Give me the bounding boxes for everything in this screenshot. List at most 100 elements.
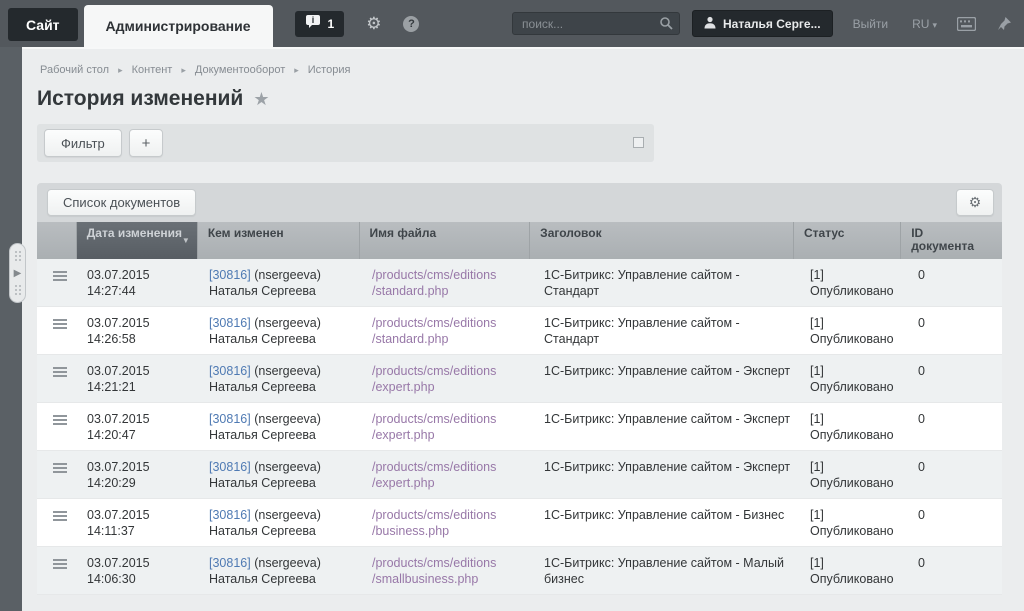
file-path-link[interactable]: /products/cms/editions /expert.php [372,459,526,491]
user-id-link[interactable]: [30816] [209,460,251,474]
expand-arrow-icon: ▶ [14,268,22,279]
breadcrumb: Рабочий стол ▸ Контент ▸ Документооборот… [40,64,1024,76]
table-header: Дата изменения ▼ Кем изменен Имя файла З… [37,222,1002,259]
row-menu-icon[interactable] [53,415,67,427]
date-cell: 03.07.2015 14:21:21 [77,355,199,402]
row-menu-icon[interactable] [53,559,67,571]
doc-id-cell: 0 [908,259,1002,306]
file-path-link[interactable]: /products/cms/editions /smallbusiness.ph… [372,555,526,587]
modified-by-cell: [30816] (nsergeeva) Наталья Сергеева [199,259,362,306]
modified-by-cell: [30816] (nsergeeva) Наталья Сергеева [199,547,362,594]
row-menu-icon[interactable] [53,511,67,523]
top-bar: Сайт Администрирование i 1 ⚙ ? [0,0,1024,47]
filter-settings-square-icon[interactable] [633,137,644,148]
pin-icon[interactable] [996,16,1012,32]
status-cell: [1] Опубликовано [800,403,908,450]
filter-button[interactable]: Фильтр [44,129,122,157]
header-title[interactable]: Заголовок [530,222,794,259]
main-content: Рабочий стол ▸ Контент ▸ Документооборот… [22,47,1024,611]
date-cell: 03.07.2015 14:27:44 [77,259,199,306]
header-modified-by[interactable]: Кем изменен [198,222,360,259]
tab-document-list[interactable]: Список документов [47,189,196,216]
settings-gear-icon[interactable]: ⚙ [366,14,381,34]
doc-id-cell: 0 [908,403,1002,450]
file-path-link[interactable]: /products/cms/editions /expert.php [372,363,526,395]
row-menu-icon[interactable] [53,319,67,331]
page-title: История изменений [37,87,243,111]
user-id-link[interactable]: [30816] [209,316,251,330]
file-path-link[interactable]: /products/cms/editions /business.php [372,507,526,539]
breadcrumb-desktop[interactable]: Рабочий стол [40,64,109,76]
help-icon[interactable]: ? [403,16,419,32]
modified-by-cell: [30816] (nsergeeva) Наталья Сергеева [199,307,362,354]
breadcrumb-separator-icon: ▸ [181,65,186,76]
row-actions-cell [37,259,77,306]
doc-id-cell: 0 [908,499,1002,546]
file-path-link[interactable]: /products/cms/editions /expert.php [372,411,526,443]
title-cell: 1С-Битрикс: Управление сайтом - Эксперт [534,451,800,498]
breadcrumb-separator-icon: ▸ [294,65,299,76]
breadcrumb-history[interactable]: История [308,64,351,76]
title-cell: 1С-Битрикс: Управление сайтом - Малый би… [534,547,800,594]
status-cell: [1] Опубликовано [800,499,908,546]
date-cell: 03.07.2015 14:20:29 [77,451,199,498]
header-status[interactable]: Статус [794,222,901,259]
expand-menu-handle[interactable]: ▶ [9,243,26,303]
row-menu-icon[interactable] [53,367,67,379]
doc-id-cell: 0 [908,307,1002,354]
table-body: 03.07.2015 14:27:44 [30816] (nsergeeva) … [37,259,1002,595]
title-cell: 1С-Битрикс: Управление сайтом - Стандарт [534,307,800,354]
search-input[interactable] [512,12,680,35]
user-id-link[interactable]: [30816] [209,268,251,282]
header-doc-id[interactable]: ID документа [901,222,1002,259]
tab-administration[interactable]: Администрирование [84,5,273,47]
breadcrumb-workflow[interactable]: Документооборот [195,64,285,76]
search-icon[interactable] [659,16,673,35]
user-id-link[interactable]: [30816] [209,412,251,426]
sort-desc-icon[interactable]: ▼ [182,234,190,247]
filename-cell: /products/cms/editions /expert.php [362,355,534,402]
language-selector[interactable]: RU▾ [912,17,937,31]
breadcrumb-content[interactable]: Контент [132,64,173,76]
doc-id-cell: 0 [908,451,1002,498]
date-cell: 03.07.2015 14:06:30 [77,547,199,594]
grid-tab-strip: Список документов ⚙ [37,183,1002,222]
filename-cell: /products/cms/editions /expert.php [362,403,534,450]
header-filename[interactable]: Имя файла [360,222,531,259]
title-cell: 1С-Битрикс: Управление сайтом - Эксперт [534,355,800,402]
file-path-link[interactable]: /products/cms/editions /standard.php [372,267,526,299]
status-cell: [1] Опубликовано [800,355,908,402]
date-cell: 03.07.2015 14:26:58 [77,307,199,354]
user-id-link[interactable]: [30816] [209,364,251,378]
row-actions-cell [37,355,77,402]
hotkeys-keyboard-icon[interactable] [957,17,976,31]
doc-id-cell: 0 [908,355,1002,402]
filename-cell: /products/cms/editions /standard.php [362,307,534,354]
filename-cell: /products/cms/editions /standard.php [362,259,534,306]
current-user-button[interactable]: Наталья Серге... [692,10,833,37]
row-menu-icon[interactable] [53,271,67,283]
tab-site[interactable]: Сайт [8,8,78,41]
documents-grid: Список документов ⚙ Дата изменения ▼ Кем… [37,183,1002,595]
header-date-modified[interactable]: Дата изменения ▼ [77,222,198,259]
user-id-link[interactable]: [30816] [209,556,251,570]
logout-link[interactable]: Выйти [853,17,889,31]
table-row: 03.07.2015 14:11:37 [30816] (nsergeeva) … [37,499,1002,547]
grid-settings-gear-button[interactable]: ⚙ [956,189,994,216]
svg-text:i: i [311,15,314,25]
filename-cell: /products/cms/editions /smallbusiness.ph… [362,547,534,594]
table-row: 03.07.2015 14:21:21 [30816] (nsergeeva) … [37,355,1002,403]
modified-by-cell: [30816] (nsergeeva) Наталья Сергеева [199,451,362,498]
add-filter-button[interactable]: + [129,129,164,157]
user-name: Наталья Серге... [723,17,821,31]
user-id-link[interactable]: [30816] [209,508,251,522]
status-cell: [1] Опубликовано [800,307,908,354]
notification-bubble-icon: i [305,14,321,34]
chevron-down-icon: ▾ [932,20,937,30]
filename-cell: /products/cms/editions /expert.php [362,451,534,498]
file-path-link[interactable]: /products/cms/editions /standard.php [372,315,526,347]
row-menu-icon[interactable] [53,463,67,475]
notifications-button[interactable]: i 1 [295,11,345,37]
favorite-star-icon[interactable]: ★ [253,89,269,110]
doc-id-cell: 0 [908,547,1002,594]
